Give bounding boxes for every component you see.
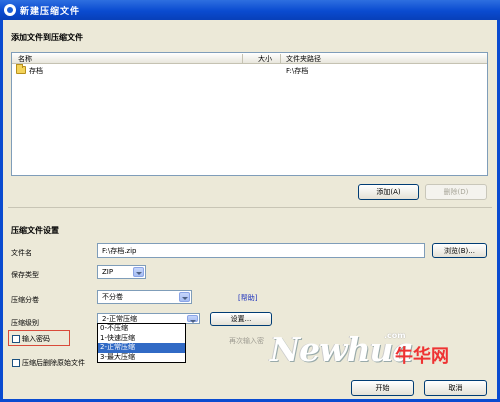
confirm-password-hint: 再次输入密	[229, 337, 264, 345]
remove-button[interactable]: 删除(D)	[425, 184, 487, 200]
column-size[interactable]: 大小	[258, 54, 272, 64]
file-list[interactable]: 名称 大小 文件夹路径 存档 F:\存档	[11, 52, 488, 176]
level-value: 2-正常压缩	[102, 314, 137, 323]
type-select[interactable]: ZIP	[97, 265, 146, 279]
watermark-cn: 牛华网	[395, 346, 449, 367]
split-select[interactable]: 不分卷	[97, 290, 192, 304]
list-item[interactable]: 0-不压缩	[98, 324, 185, 334]
window-title: 新建压缩文件	[20, 7, 81, 17]
chevron-down-icon[interactable]	[179, 292, 190, 302]
list-item[interactable]: 1-快速压缩	[98, 334, 185, 344]
delete-after-checkbox[interactable]	[12, 359, 20, 367]
level-label: 压缩级别	[11, 319, 39, 327]
list-item-selected[interactable]: 2-正常压缩	[98, 343, 185, 353]
newhua-watermark-logo: Newhua .com 牛华网	[270, 330, 485, 376]
level-dropdown-list[interactable]: 0-不压缩 1-快速压缩 2-正常压缩 3-最大压缩	[97, 323, 186, 363]
row-name: 存档	[29, 67, 43, 75]
filename-input[interactable]: F:\存档.zip	[97, 243, 425, 258]
table-row[interactable]: 存档 F:\存档	[12, 64, 487, 77]
column-name[interactable]: 名称	[18, 54, 32, 64]
settings-button[interactable]: 设置...	[210, 312, 272, 326]
chevron-down-icon[interactable]	[187, 315, 198, 323]
password-checkbox[interactable]	[12, 335, 20, 343]
add-button[interactable]: 添加(A)	[358, 184, 419, 200]
split-label: 压缩分卷	[11, 296, 39, 304]
list-item[interactable]: 3-最大压缩	[98, 353, 185, 363]
filename-label: 文件名	[11, 249, 32, 257]
type-label: 保存类型	[11, 271, 39, 279]
watermark-dotcom: .com	[384, 331, 406, 340]
help-link[interactable]: [帮助]	[238, 293, 257, 303]
folder-icon	[16, 64, 26, 74]
password-label: 输入密码	[22, 335, 50, 343]
delete-after-label: 压缩后删除原始文件	[22, 359, 85, 367]
column-path[interactable]: 文件夹路径	[286, 54, 321, 64]
type-value: ZIP	[102, 268, 114, 276]
split-value: 不分卷	[102, 293, 123, 301]
settings-section-title: 压缩文件设置	[11, 226, 59, 235]
row-path: F:\存档	[286, 67, 309, 75]
title-bar[interactable]: 新建压缩文件	[0, 0, 500, 20]
browse-button[interactable]: 浏览(B)...	[432, 243, 487, 258]
app-icon	[4, 4, 16, 16]
divider	[8, 207, 492, 208]
file-list-header: 名称 大小 文件夹路径	[12, 53, 487, 64]
chevron-down-icon[interactable]	[133, 267, 144, 277]
cancel-button[interactable]: 取消	[424, 380, 487, 396]
add-section-title: 添加文件到压缩文件	[11, 33, 83, 42]
ok-button[interactable]: 开始	[351, 380, 414, 396]
